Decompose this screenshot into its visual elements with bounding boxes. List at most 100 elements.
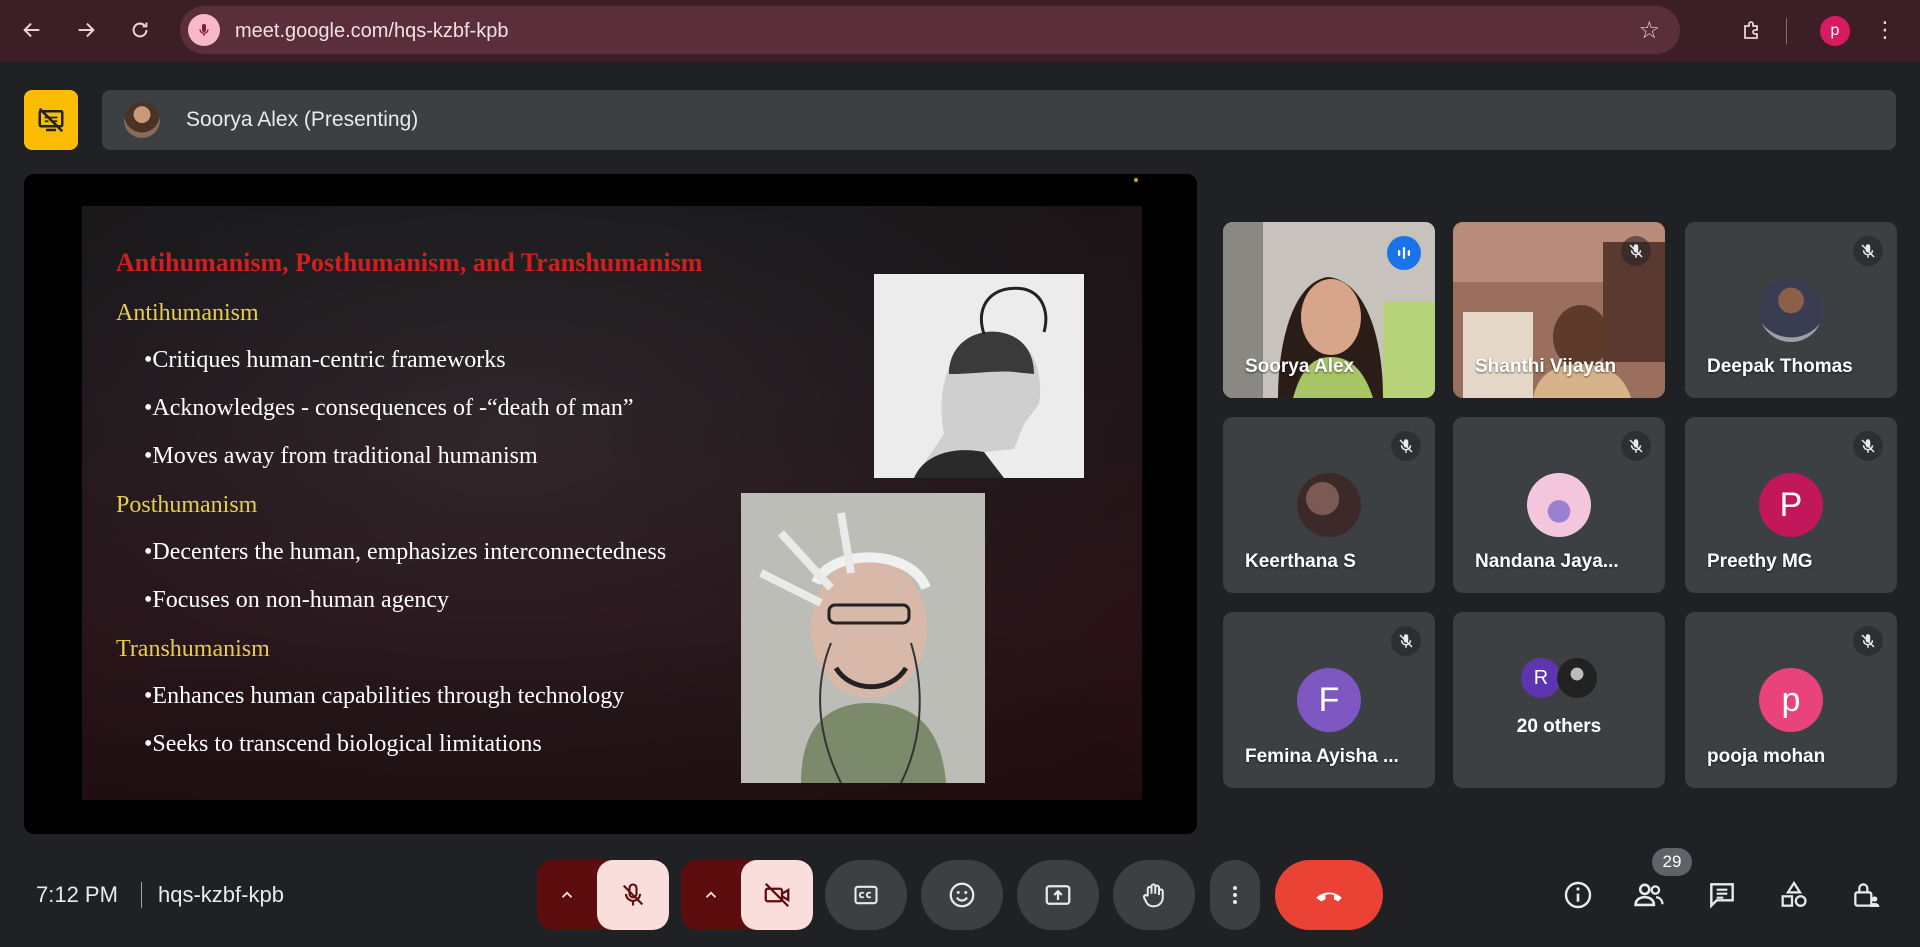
participant-tile[interactable]: Keerthana S [1223,417,1435,593]
cyborg-antenna-photo [874,274,1084,478]
people-icon [1634,883,1664,907]
bookmark-star-icon[interactable]: ☆ [1638,16,1660,45]
captions-button[interactable] [825,860,907,930]
present-screen-button[interactable] [1017,860,1099,930]
presenting-label: Soorya Alex (Presenting) [186,108,419,131]
chevron-up-icon [705,891,717,898]
participant-avatar [1759,278,1823,342]
camera-off-icon [764,882,790,908]
participant-name: pooja mohan [1707,746,1826,767]
chat-icon [1710,883,1734,909]
mic-off-icon [1391,626,1421,656]
back-icon[interactable] [14,12,50,48]
participant-avatar: F [1297,668,1361,732]
browser-menu-icon[interactable]: ⋮ [1870,12,1900,48]
footer-divider [141,882,142,908]
eeg-headset-photo [741,493,985,783]
slide-title: Antihumanism, Posthumanism, and Transhum… [116,248,703,277]
info-icon [1564,881,1592,909]
activities-button[interactable] [1771,872,1817,918]
participant-name: Deepak Thomas [1707,356,1853,377]
participant-avatar [1297,473,1361,537]
mic-off-icon [1621,431,1651,461]
mic-off-icon [1621,236,1651,266]
participant-tile[interactable]: Soorya Alex [1223,222,1435,398]
mic-toggle-button[interactable] [597,860,669,930]
slide-bullet: •Acknowledges - consequences of -“death … [144,395,634,421]
browser-toolbar: meet.google.com/hqs-kzbf-kpb ☆ p ⋮ [0,0,1920,62]
more-options-button[interactable] [1210,860,1260,930]
activities-shapes-icon [1781,880,1807,907]
mic-off-icon [1853,626,1883,656]
more-vert-icon [1233,886,1237,904]
extensions-icon[interactable] [1734,12,1770,48]
camera-toggle-button[interactable] [741,860,813,930]
profile-avatar[interactable]: p [1820,16,1850,46]
forward-icon[interactable] [68,12,104,48]
leave-call-button[interactable] [1275,860,1383,930]
slide-bullet: •Focuses on non-human agency [144,587,450,613]
chat-button[interactable] [1699,872,1745,918]
others-count-label: 20 others [1516,716,1602,737]
present-to-all-icon [1045,885,1071,905]
participant-tile[interactable]: F Femina Ayisha ... [1223,612,1435,788]
meeting-code: hqs-kzbf-kpb [158,882,284,907]
toolbar-divider [1786,18,1787,44]
slide-heading: Antihumanism [116,300,259,326]
participant-avatar: P [1759,473,1823,537]
chevron-up-icon [561,891,573,898]
microphone-in-use-icon[interactable] [188,14,220,46]
camera-control [681,860,813,930]
participant-avatar: R [1521,658,1561,698]
meeting-details-button[interactable] [1555,872,1601,918]
speaking-indicator-icon [1387,236,1421,270]
stop-presenting-button[interactable] [24,90,78,150]
participant-name: Soorya Alex [1245,356,1355,377]
mic-off-icon [622,883,644,906]
participant-name: Preethy MG [1707,551,1813,572]
lock-person-icon [1854,883,1880,907]
slide-heading: Transhumanism [116,636,270,662]
participant-name: Femina Ayisha ... [1245,746,1399,767]
participant-avatar [1557,658,1597,698]
microphone-control [537,860,669,930]
host-controls-button[interactable] [1843,872,1889,918]
present-off-icon [38,107,64,133]
slide-bullet: •Moves away from traditional humanism [144,443,538,469]
slide-bullet: •Seeks to transcend biological limitatio… [144,731,542,757]
participant-tile[interactable]: P Preethy MG [1685,417,1897,593]
slide-bullet: •Critiques human-centric frameworks [144,347,506,373]
closed-captions-icon [854,885,878,905]
participant-avatar [1527,473,1591,537]
indicator-dot [1134,178,1138,182]
participant-tile[interactable]: Nandana Jaya... [1453,417,1665,593]
reload-icon[interactable] [122,12,158,48]
slide-bullet: •Decenters the human, emphasizes interco… [144,539,667,565]
mic-off-icon [1853,431,1883,461]
participant-name: Shanthi Vijayan [1475,356,1617,377]
people-button[interactable] [1626,872,1672,918]
clock-time: 7:12 PM [36,882,118,907]
others-tile[interactable]: R 20 others [1453,612,1665,788]
emoji-icon [949,882,975,908]
call-end-icon [1316,892,1342,902]
presenting-bar: Soorya Alex (Presenting) [102,90,1896,150]
mic-off-icon [1853,236,1883,266]
slide-heading: Posthumanism [116,492,258,518]
participant-tile[interactable]: Deepak Thomas [1685,222,1897,398]
url-text: meet.google.com/hqs-kzbf-kpb [235,20,509,42]
reactions-button[interactable] [921,860,1003,930]
mic-off-icon [1391,431,1421,461]
participant-tile[interactable]: Shanthi Vijayan [1453,222,1665,398]
raise-hand-button[interactable] [1113,860,1195,930]
audio-settings-button[interactable] [537,860,597,930]
address-bar[interactable]: meet.google.com/hqs-kzbf-kpb ☆ [180,6,1680,54]
participant-avatar: p [1759,668,1823,732]
participant-tile[interactable]: p pooja mohan [1685,612,1897,788]
slide-bullet: •Enhances human capabilities through tec… [144,683,625,709]
slide: Antihumanism, Posthumanism, and Transhum… [82,206,1142,800]
participant-name: Keerthana S [1245,551,1356,572]
hand-icon [1142,883,1164,908]
video-settings-button[interactable] [681,860,741,930]
presenter-avatar [124,102,160,138]
